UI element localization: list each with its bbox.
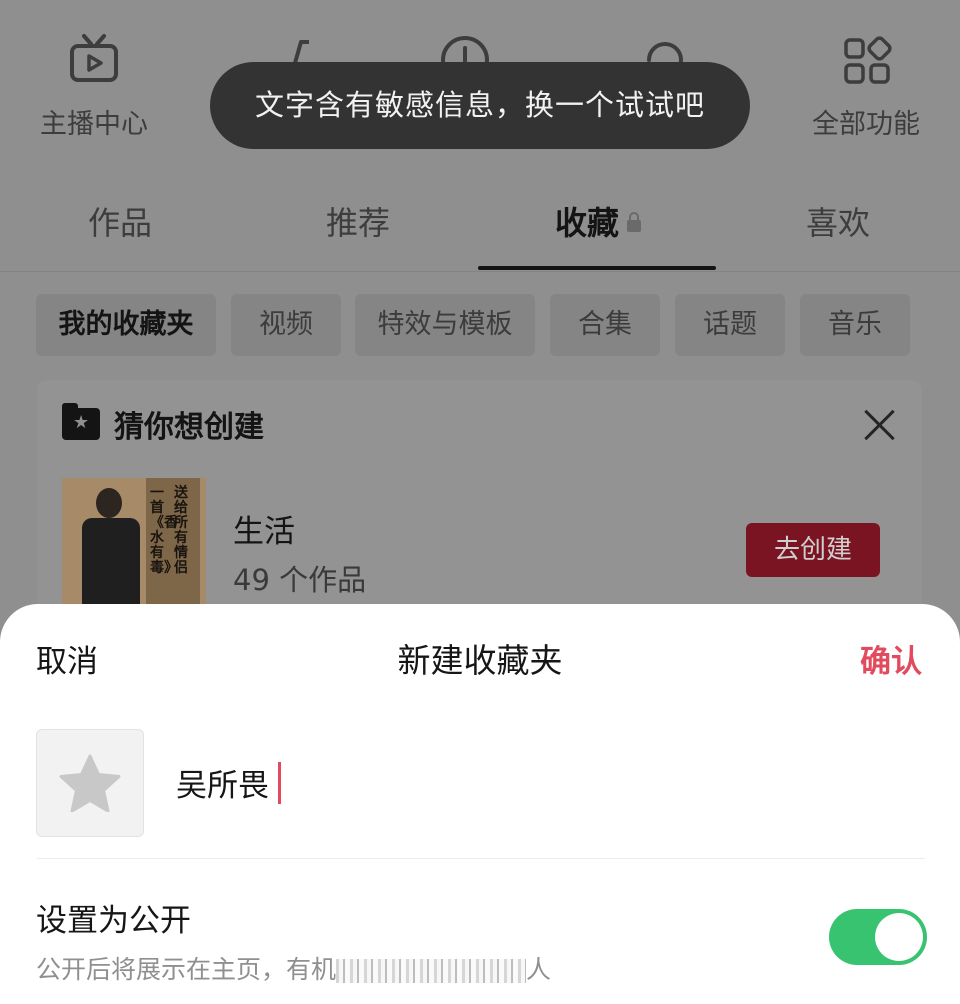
tab-label: 收藏 (554, 204, 619, 242)
quick-action-streamer-center[interactable]: 主播中心 (19, 30, 169, 141)
chip-topics[interactable]: 话题 (675, 294, 785, 356)
tab-label: 推荐 (325, 204, 390, 242)
folder-name-input[interactable] (176, 758, 876, 806)
sensitive-text-toast: 文字含有敏感信息，换一个试试吧 (210, 62, 750, 149)
divider (37, 858, 925, 859)
tab-label: 喜欢 (805, 204, 870, 242)
quick-action-label: 主播中心 (40, 109, 148, 140)
chip-effects-templates[interactable]: 特效与模板 (355, 294, 535, 356)
sheet-title: 新建收藏夹 (397, 641, 563, 680)
star-icon (59, 754, 121, 812)
tab-recommend[interactable]: 推荐 (238, 198, 478, 244)
divider (0, 271, 960, 272)
tab-likes[interactable]: 喜欢 (718, 198, 958, 244)
active-tab-indicator (478, 266, 716, 270)
redacted-text (336, 959, 527, 983)
close-icon[interactable] (862, 407, 898, 443)
tab-favorites[interactable]: 收藏 (478, 198, 718, 244)
chip-videos[interactable]: 视频 (231, 294, 341, 356)
description-text: 人 (526, 955, 552, 984)
public-toggle[interactable] (829, 909, 927, 965)
confirm-button[interactable]: 确认 (860, 636, 922, 681)
folder-cover-picker[interactable] (36, 729, 144, 837)
toggle-knob (875, 913, 923, 961)
tab-works[interactable]: 作品 (0, 198, 240, 244)
chip-music[interactable]: 音乐 (800, 294, 910, 356)
tab-label: 作品 (87, 204, 152, 242)
quick-action-all-features[interactable]: 全部功能 (791, 30, 941, 141)
public-setting-description: 公开后将展示在主页，有机 人 (36, 950, 551, 986)
create-folder-button[interactable]: 去创建 (746, 523, 880, 577)
quick-action-label: 全部功能 (812, 109, 920, 140)
chip-my-folders[interactable]: 我的收藏夹 (36, 294, 216, 356)
lock-icon (627, 212, 641, 232)
suggested-folder-name: 生活 (233, 514, 295, 550)
star-folder-icon: ★ (62, 403, 100, 440)
folder-thumbnail: 送给所有情侣 一首《香水有毒》 (62, 478, 206, 606)
grid-icon (836, 30, 896, 90)
suggestion-title: 猜你想创建 (114, 410, 264, 445)
text-caret (278, 762, 281, 804)
tv-icon (64, 30, 124, 90)
cancel-button[interactable]: 取消 (36, 636, 98, 681)
suggested-folder-count: 49 个作品 (233, 563, 367, 597)
chip-collections[interactable]: 合集 (550, 294, 660, 356)
description-text: 公开后将展示在主页，有机 (36, 955, 337, 984)
thumbnail-text: 一首《香水有毒》 (150, 485, 178, 576)
public-setting-label: 设置为公开 (36, 903, 191, 939)
profile-tabs: 作品 推荐 收藏 喜欢 (0, 198, 960, 258)
